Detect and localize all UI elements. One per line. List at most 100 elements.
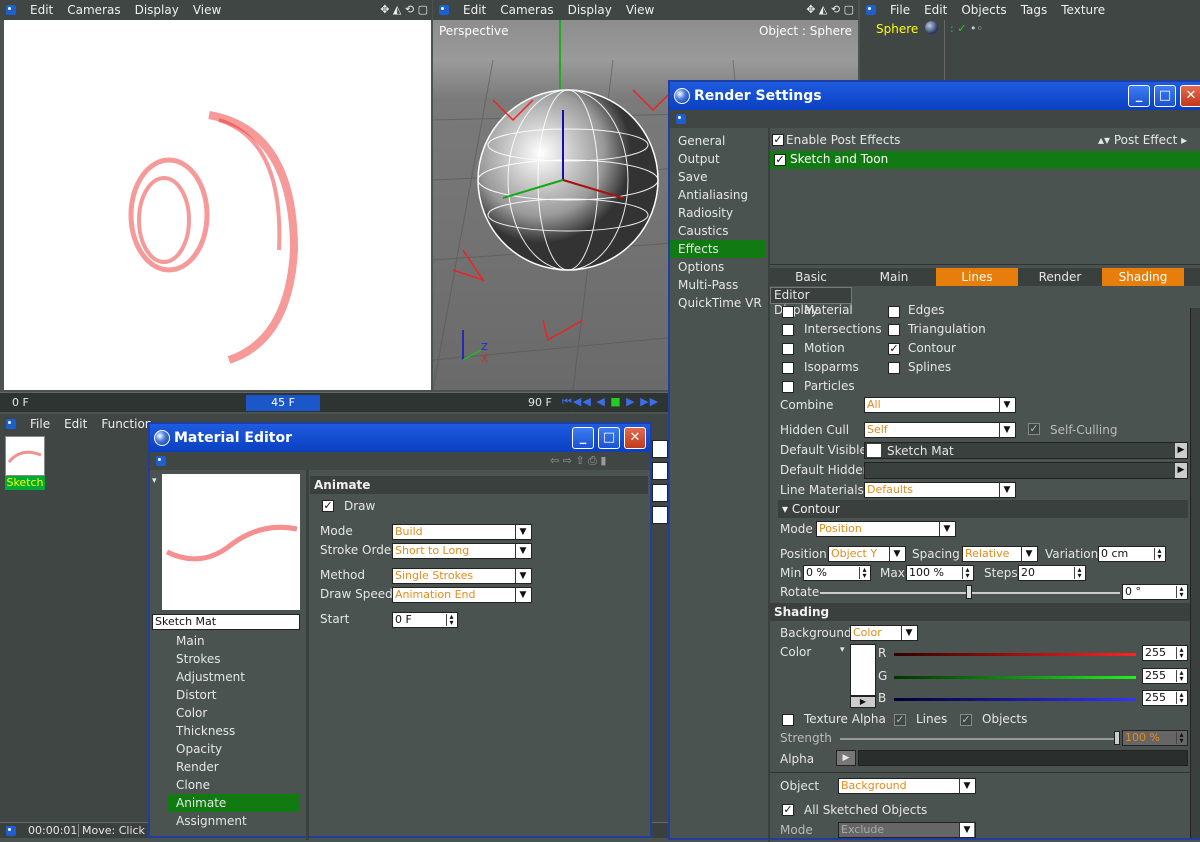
rotate-slider-handle[interactable]	[966, 585, 972, 599]
enable-post-effects-checkbox[interactable]: ✓	[772, 134, 784, 146]
strength-field[interactable]: 100 % ▴ ▾	[1122, 730, 1188, 746]
spinner-icon[interactable]: ▴ ▾	[1074, 566, 1084, 580]
triangulation-checkbox[interactable]	[888, 324, 900, 336]
om-icon[interactable]	[866, 5, 876, 15]
material-editor-titlebar[interactable]: Material Editor _ □ ✕	[150, 424, 650, 452]
color-swatch[interactable]	[850, 644, 876, 696]
material-name-field[interactable]: Sketch Mat	[152, 614, 300, 630]
mated-nav-item-color[interactable]: Color	[168, 704, 300, 722]
render-settings-titlebar[interactable]: Render Settings _ □ ✕	[670, 82, 1200, 110]
motion-checkbox[interactable]	[782, 343, 794, 355]
spinner-icon[interactable]: ▴ ▾	[1176, 669, 1186, 683]
lines-checkbox[interactable]: ✓	[894, 714, 906, 726]
material-thumbnail[interactable]	[5, 436, 45, 476]
mated-nav-item-render[interactable]: Render	[168, 758, 300, 776]
rs-menu-icon[interactable]	[676, 114, 686, 124]
preview-menu-icon[interactable]: ▾	[152, 476, 157, 486]
menu-view[interactable]: View	[193, 3, 221, 17]
maximize-icon[interactable]: □	[598, 427, 620, 449]
rs-nav-item-caustics[interactable]: Caustics	[670, 222, 766, 240]
om-menu-objects[interactable]: Objects	[961, 3, 1006, 17]
spinner-icon[interactable]: ▴ ▾	[1154, 547, 1164, 561]
default-hidden-link[interactable]: ▶	[864, 462, 1188, 479]
om-menu-texture[interactable]: Texture	[1061, 3, 1105, 17]
effect-list-item[interactable]: ✓ Sketch and Toon	[770, 151, 1200, 169]
mated-nav-item-animate[interactable]: Animate	[168, 794, 300, 812]
splines-checkbox[interactable]	[888, 362, 900, 374]
min-field[interactable]: 0 % ▴ ▾	[803, 565, 871, 581]
rs-nav-item-save[interactable]: Save	[670, 168, 766, 186]
method-dropdown[interactable]: Single Strokes	[392, 568, 532, 584]
mated-nav-item-adjustment[interactable]: Adjustment	[168, 668, 300, 686]
draw-checkbox[interactable]: ✓	[322, 500, 334, 512]
color-menu-icon[interactable]: ▾	[840, 645, 845, 655]
om-menu-file[interactable]: File	[890, 3, 910, 17]
om-menu-tags[interactable]: Tags	[1021, 3, 1048, 17]
rs-nav-item-options[interactable]: Options	[670, 258, 766, 276]
link-arrow-icon[interactable]: ▶	[1175, 463, 1187, 478]
alpha-link-field[interactable]	[858, 750, 1188, 766]
coord-spinners[interactable]	[652, 440, 668, 530]
draw-speed-dropdown[interactable]: Animation End	[392, 587, 532, 603]
visibility-dots-icon[interactable]: : ✓	[950, 22, 966, 35]
om-menu-edit[interactable]: Edit	[924, 3, 947, 17]
color-picker-arrow-icon[interactable]: ▶	[850, 696, 876, 708]
contour-group-header[interactable]: ▾ Contour	[778, 500, 1188, 518]
scrollbar[interactable]	[1190, 308, 1200, 838]
r-slider[interactable]	[894, 653, 1136, 656]
mated-nav-item-main[interactable]: Main	[168, 632, 300, 650]
strength-slider[interactable]	[840, 738, 1118, 740]
effect-list[interactable]	[770, 169, 1200, 265]
tab-lines[interactable]: Lines	[936, 268, 1018, 286]
mated-nav-item-opacity[interactable]: Opacity	[168, 740, 300, 758]
start-field[interactable]: 0 F ▴ ▾	[392, 612, 458, 628]
minimize-icon[interactable]: _	[1128, 85, 1150, 107]
viewport-icon[interactable]	[439, 5, 449, 15]
mm-menu-file[interactable]: File	[30, 417, 50, 431]
spinner-icon[interactable]: ▴ ▾	[962, 566, 972, 580]
menu-display[interactable]: Display	[135, 3, 179, 17]
menu-cameras[interactable]: Cameras	[500, 3, 553, 17]
strength-slider-handle[interactable]	[1114, 731, 1120, 745]
mated-nav-item-assignment[interactable]: Assignment	[168, 812, 300, 830]
all-sketched-checkbox[interactable]: ✓	[782, 804, 794, 816]
edges-checkbox[interactable]	[888, 306, 900, 318]
background-dropdown[interactable]: Color	[850, 625, 918, 641]
spinner-icon[interactable]: ▴ ▾	[1176, 646, 1186, 660]
mated-nav-item-clone[interactable]: Clone	[168, 776, 300, 794]
mode-dropdown[interactable]: Build	[392, 524, 532, 540]
contour-mode-dropdown[interactable]: Position	[816, 521, 956, 537]
g-slider[interactable]	[894, 676, 1136, 679]
particles-checkbox[interactable]	[782, 381, 794, 393]
menu-view[interactable]: View	[626, 3, 654, 17]
link-arrow-icon[interactable]: ▶	[1175, 443, 1187, 458]
mated-nav-item-thickness[interactable]: Thickness	[168, 722, 300, 740]
viewport-icon[interactable]	[6, 5, 16, 15]
view-nav-icons[interactable]: ✥ ◭ ⟲ ▢	[806, 3, 854, 16]
mated-menu-icon[interactable]	[156, 456, 166, 466]
rs-nav-item-effects[interactable]: Effects	[670, 240, 766, 258]
object-dropdown[interactable]: Background	[838, 778, 976, 794]
spacing-dropdown[interactable]: Relative	[962, 546, 1038, 562]
rs-nav-item-output[interactable]: Output	[670, 150, 766, 168]
intersections-checkbox[interactable]	[782, 324, 794, 336]
spinner-icon[interactable]: ▴ ▾	[1176, 731, 1186, 745]
texture-alpha-checkbox[interactable]	[782, 714, 794, 726]
self-culling-checkbox[interactable]: ✓	[1028, 423, 1040, 435]
default-visible-link[interactable]: Sketch Mat ▶	[864, 442, 1188, 459]
mated-nav-item-distort[interactable]: Distort	[168, 686, 300, 704]
b-field[interactable]: 255 ▴ ▾	[1142, 690, 1188, 706]
post-effect-menu[interactable]: ▴▾ Post Effect ▸	[1098, 133, 1187, 147]
isoparms-checkbox[interactable]	[782, 362, 794, 374]
menu-edit[interactable]: Edit	[463, 3, 486, 17]
max-field[interactable]: 100 % ▴ ▾	[906, 565, 974, 581]
rs-nav-item-general[interactable]: General	[670, 132, 766, 150]
close-icon[interactable]: ✕	[624, 427, 646, 449]
mode2-dropdown[interactable]: Exclude	[838, 822, 976, 838]
spinner-icon[interactable]: ▴ ▾	[1176, 585, 1186, 599]
material-tag-icon[interactable]: •◦	[970, 22, 983, 35]
rotate-field[interactable]: 0 ° ▴ ▾	[1122, 584, 1188, 600]
effect-enabled-checkbox[interactable]: ✓	[774, 154, 786, 166]
r-field[interactable]: 255 ▴ ▾	[1142, 645, 1188, 661]
nav-arrows-icon[interactable]: ⇦ ⇨ ⇧ ⎙ ▮	[550, 454, 607, 468]
